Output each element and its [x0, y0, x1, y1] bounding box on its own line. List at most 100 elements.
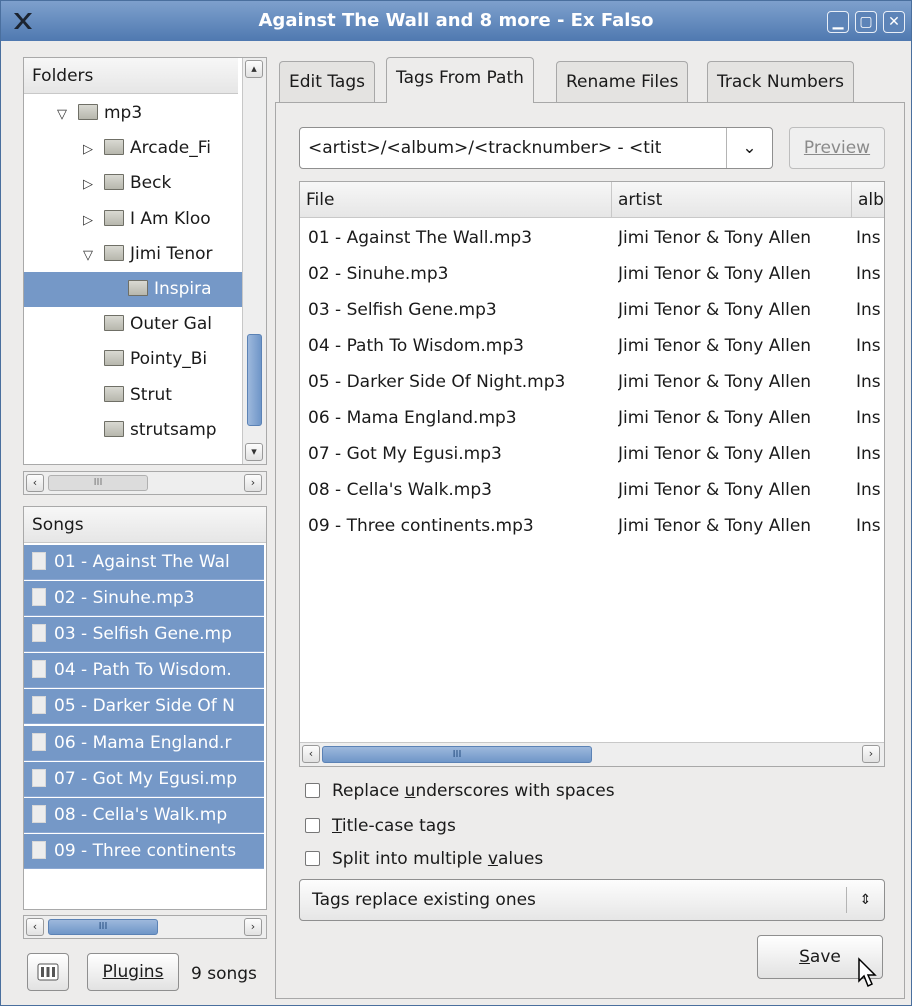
folder-item[interactable]: ▽ Jimi Tenor — [24, 237, 242, 272]
folders-pane: Folders ▽ mp3 ▷ Arcade_Fi ▷ Beck ▷ I Am Kloo ▽ Ji… — [23, 57, 267, 465]
column-header-album[interactable]: alb — [852, 182, 884, 218]
document-icon — [32, 552, 46, 570]
title-bar[interactable]: Against The Wall and 8 more - Ex Falso ▁… — [1, 1, 911, 41]
folder-item[interactable]: ▷ I Am Kloo — [24, 202, 242, 237]
song-title: 05 - Darker Side Of N — [54, 696, 235, 717]
pattern-dropdown-button[interactable]: ⌄ — [726, 128, 772, 168]
cell-artist: Jimi Tenor & Tony Allen — [618, 480, 812, 500]
table-row[interactable]: 07 - Got My Egusi.mp3 Jimi Tenor & Tony A… — [300, 436, 884, 472]
scroll-left-icon[interactable]: ‹ — [26, 474, 44, 492]
scroll-up-icon[interactable]: ▴ — [245, 60, 263, 78]
table-row[interactable]: 04 - Path To Wisdom.mp3 Jimi Tenor & Tony… — [300, 328, 884, 364]
table-row[interactable]: 05 - Darker Side Of Night.mp3 Jimi Tenor … — [300, 364, 884, 400]
folders-header[interactable]: Folders — [24, 58, 238, 94]
cell-album: Ins — [856, 408, 881, 428]
folder-item[interactable]: Pointy_Bi — [24, 342, 242, 377]
folders-horizontal-scrollbar[interactable]: ‹ III › — [23, 471, 267, 495]
folder-item[interactable]: Inspira — [24, 272, 242, 307]
folder-item[interactable]: Outer Gal — [24, 307, 242, 342]
scroll-right-icon[interactable]: › — [862, 745, 880, 763]
close-button[interactable]: ✕ — [883, 11, 905, 33]
songs-hscroll-thumb[interactable]: III — [48, 919, 158, 935]
cell-artist: Jimi Tenor & Tony Allen — [618, 228, 812, 248]
cell-file: 05 - Darker Side Of Night.mp3 — [308, 372, 566, 392]
preview-button[interactable]: Preview — [789, 127, 885, 169]
replace-underscores-checkbox[interactable] — [305, 783, 320, 798]
folders-scroll-thumb[interactable] — [247, 334, 262, 426]
folder-item[interactable]: ▷ Beck — [24, 166, 242, 201]
cell-file: 04 - Path To Wisdom.mp3 — [308, 336, 524, 356]
cell-file: 06 - Mama England.mp3 — [308, 408, 517, 428]
song-list-item[interactable]: 09 - Three continents — [24, 833, 264, 869]
table-row[interactable]: 01 - Against The Wall.mp3 Jimi Tenor & To… — [300, 220, 884, 256]
table-row[interactable]: 06 - Mama England.mp3 Jimi Tenor & Tony A… — [300, 400, 884, 436]
pattern-combo[interactable]: <artist>/<album>/<tracknumber> - <tit ⌄ — [299, 127, 773, 169]
song-list-item[interactable]: 03 - Selfish Gene.mp — [24, 617, 264, 653]
song-list-item[interactable]: 06 - Mama England.r — [24, 725, 264, 761]
split-values-checkbox[interactable] — [305, 851, 320, 866]
table-row[interactable]: 03 - Selfish Gene.mp3 Jimi Tenor & Tony A… — [300, 292, 884, 328]
expander-arrow-icon[interactable]: ▷ — [80, 167, 96, 201]
split-values-option[interactable]: Split into multiple values — [305, 844, 543, 874]
folder-item[interactable]: strutsamp — [24, 413, 242, 448]
folder-icon — [104, 420, 124, 437]
table-hscroll-thumb[interactable]: III — [322, 746, 592, 763]
document-icon — [32, 840, 46, 859]
table-row[interactable]: 02 - Sinuhe.mp3 Jimi Tenor & Tony Allen In… — [300, 256, 884, 292]
document-icon — [32, 732, 46, 751]
folder-item[interactable]: ▷ Arcade_Fi — [24, 131, 242, 166]
folder-item[interactable]: Strut — [24, 378, 242, 413]
song-list-item[interactable]: 01 - Against The Wal — [24, 545, 264, 580]
browser-preferences-button[interactable] — [27, 953, 69, 991]
cell-album: Ins — [856, 264, 881, 284]
folder-item[interactable]: ▽ mp3 — [24, 96, 242, 131]
document-icon — [32, 624, 46, 643]
document-icon — [32, 804, 46, 823]
minimize-button[interactable]: ▁ — [827, 11, 849, 33]
folders-vertical-scrollbar[interactable]: ▴ ▾ — [242, 58, 266, 464]
expander-arrow-icon[interactable]: ▷ — [80, 132, 96, 166]
cell-album: Ins — [856, 228, 881, 248]
column-header-artist[interactable]: artist — [612, 182, 852, 218]
song-list-item[interactable]: 02 - Sinuhe.mp3 — [24, 581, 264, 617]
songs-horizontal-scrollbar[interactable]: ‹ III › — [23, 915, 267, 939]
song-list-item[interactable]: 07 - Got My Egusi.mp — [24, 761, 264, 797]
table-row[interactable]: 09 - Three continents.mp3 Jimi Tenor & To… — [300, 508, 884, 544]
folder-label: mp3 — [104, 103, 143, 123]
column-header-file[interactable]: File — [300, 182, 612, 218]
scroll-left-icon[interactable]: ‹ — [26, 918, 44, 936]
expander-arrow-icon[interactable]: ▽ — [80, 238, 96, 272]
folder-label: Jimi Tenor — [130, 243, 213, 264]
cell-artist: Jimi Tenor & Tony Allen — [618, 264, 812, 284]
expander-arrow-icon[interactable]: ▽ — [54, 97, 70, 131]
tab-rename-files[interactable]: Rename Files — [556, 61, 689, 103]
song-list-item[interactable]: 05 - Darker Side Of N — [24, 689, 264, 725]
plugins-label: Plugins — [102, 962, 164, 982]
folder-icon — [104, 174, 124, 191]
pattern-input[interactable]: <artist>/<album>/<tracknumber> - <tit — [308, 128, 726, 168]
close-icon: ✕ — [888, 14, 900, 30]
folder-icon — [104, 385, 124, 402]
title-case-checkbox[interactable] — [305, 818, 320, 833]
folders-hscroll-thumb[interactable]: III — [48, 475, 148, 491]
scroll-down-icon[interactable]: ▾ — [245, 443, 263, 461]
tab-track-numbers[interactable]: Track Numbers — [707, 61, 855, 103]
scroll-right-icon[interactable]: › — [244, 474, 262, 492]
songs-header[interactable]: Songs — [24, 507, 266, 543]
tab-tags-from-path[interactable]: Tags From Path — [386, 57, 534, 103]
table-horizontal-scrollbar[interactable]: ‹ III › — [300, 742, 884, 766]
song-list-item[interactable]: 04 - Path To Wisdom. — [24, 653, 264, 689]
cell-artist: Jimi Tenor & Tony Allen — [618, 336, 812, 356]
tab-edit-tags[interactable]: Edit Tags — [279, 61, 375, 103]
table-row[interactable]: 08 - Cella's Walk.mp3 Jimi Tenor & Tony A… — [300, 472, 884, 508]
scroll-left-icon[interactable]: ‹ — [302, 745, 320, 763]
expander-arrow-icon[interactable]: ▷ — [80, 203, 96, 237]
title-case-option[interactable]: Title-case tags — [305, 811, 456, 841]
song-list-item[interactable]: 08 - Cella's Walk.mp — [24, 797, 264, 833]
replace-underscores-option[interactable]: Replace underscores with spaces — [305, 776, 615, 806]
maximize-button[interactable]: ▢ — [855, 11, 877, 33]
plugins-button[interactable]: Plugins — [87, 953, 179, 991]
folder-icon — [104, 139, 124, 156]
tag-mode-select[interactable]: Tags replace existing ones ⇕ — [299, 879, 885, 921]
scroll-right-icon[interactable]: › — [244, 918, 262, 936]
